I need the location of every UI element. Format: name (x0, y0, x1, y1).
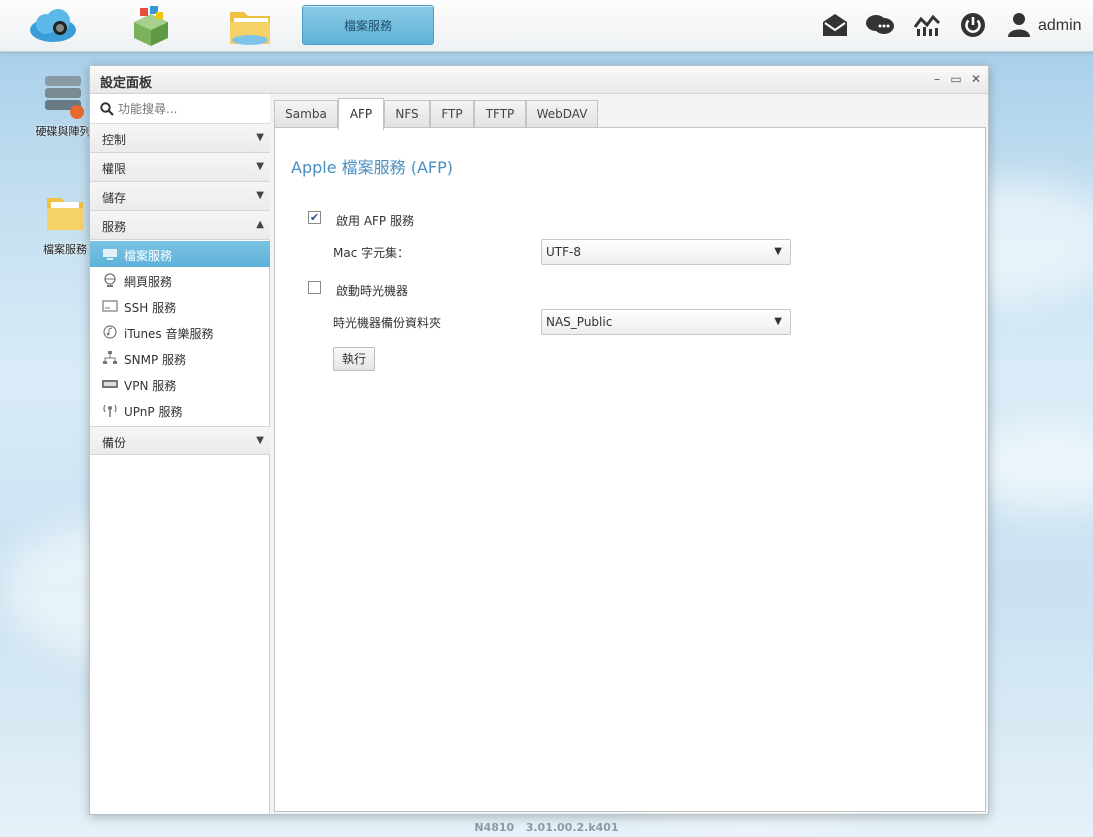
file-service-icon (103, 249, 117, 260)
mac-charset-select[interactable]: UTF-8 ▼ (541, 239, 791, 265)
taskbar-file-service-button[interactable]: 檔案服務 (302, 5, 434, 45)
sidebar-item-snmp-service[interactable]: SNMP 服務 (90, 345, 270, 371)
tab-nfs[interactable]: NFS (384, 100, 430, 128)
sidebar-item-ssh-service[interactable]: SSH 服務 (90, 293, 270, 319)
tab-webdav[interactable]: WebDAV (526, 100, 598, 128)
sidebar-item-label: VPN 服務 (124, 379, 177, 393)
model-label: N4810 (474, 821, 515, 834)
window-title: 設定面板 (100, 76, 153, 91)
power-icon[interactable] (958, 10, 988, 40)
version-label: 3.01.00.2.k401 (525, 821, 619, 834)
afp-settings-panel: Apple 檔案服務 (AFP) ✔ 啟用 AFP 服務 Mac 字元集： UT… (274, 127, 986, 812)
sidebar-category-service[interactable]: 服務 ▲ (90, 211, 270, 240)
search-input[interactable] (118, 100, 263, 118)
system-monitor-icon[interactable] (912, 10, 942, 40)
sidebar-category-privilege[interactable]: 權限 ▼ (90, 153, 270, 182)
function-search (90, 94, 270, 124)
ssh-terminal-icon (102, 300, 118, 312)
settings-panel-window: 設定面板 – ▭ ✕ 控制 ▼ 權限 ▼ 儲存 ▼ 服務 ▲ 檔案服務 (89, 65, 989, 815)
mac-charset-value: UTF-8 (546, 245, 581, 259)
chat-bubbles-icon[interactable] (865, 10, 895, 40)
enable-afp-checkbox[interactable]: ✔ (308, 211, 321, 224)
sidebar-category-label: 儲存 (102, 191, 127, 205)
dropdown-arrow-icon: ▼ (774, 316, 782, 327)
chevron-down-icon: ▼ (256, 132, 264, 143)
tab-afp[interactable]: AFP (338, 98, 384, 130)
sidebar-category-label: 備份 (102, 436, 127, 450)
chevron-down-icon: ▼ (256, 435, 264, 446)
sidebar-item-label: 網頁服務 (124, 275, 173, 289)
sidebar-category-label: 控制 (102, 133, 127, 147)
sidebar-item-label: iTunes 音樂服務 (124, 327, 214, 341)
sidebar-item-label: UPnP 服務 (124, 405, 183, 419)
message-envelope-icon[interactable] (820, 10, 850, 40)
sidebar-category-storage[interactable]: 儲存 ▼ (90, 182, 270, 211)
sidebar-category-label: 權限 (102, 162, 127, 176)
page-title: Apple 檔案服務 (AFP) (291, 158, 454, 177)
cloud-nas-icon[interactable] (28, 4, 78, 48)
desktop-icon-label: 硬碟與陣列 (35, 125, 91, 138)
search-icon (100, 102, 114, 116)
time-machine-label: 啟動時光機器 (336, 284, 409, 298)
time-machine-checkbox[interactable] (308, 281, 321, 294)
app-center-box-icon[interactable] (126, 4, 176, 48)
network-tree-icon (103, 351, 117, 364)
user-avatar-icon[interactable] (1004, 10, 1034, 40)
sidebar-item-file-service[interactable]: 檔案服務 (90, 241, 270, 267)
main-content: Samba AFP NFS FTP TFTP WebDAV Apple 檔案服務… (272, 96, 988, 814)
vpn-icon (102, 380, 118, 388)
tab-ftp[interactable]: FTP (430, 100, 474, 128)
music-note-icon (103, 325, 117, 339)
chevron-down-icon: ▼ (256, 190, 264, 201)
sidebar-item-itunes-service[interactable]: iTunes 音樂服務 (90, 319, 270, 345)
close-icon[interactable]: ✕ (969, 72, 983, 86)
enable-afp-label: 啟用 AFP 服務 (336, 214, 414, 228)
desktop-icon-disk-raid[interactable]: 硬碟與陣列 (28, 72, 98, 139)
sidebar-item-label: SNMP 服務 (124, 353, 186, 367)
tab-tftp[interactable]: TFTP (474, 100, 526, 128)
chevron-down-icon: ▼ (256, 161, 264, 172)
firmware-version-footer: N4810 3.01.00.2.k401 (0, 821, 1093, 834)
folder-icon (47, 198, 83, 230)
tm-backup-folder-label: 時光機器備份資料夾 (333, 316, 442, 330)
window-titlebar[interactable]: 設定面板 – ▭ ✕ (90, 66, 988, 94)
sidebar: 控制 ▼ 權限 ▼ 儲存 ▼ 服務 ▲ 檔案服務 網頁服務 SSH 服務 (90, 94, 270, 814)
username-label[interactable]: admin (1038, 17, 1082, 35)
sidebar-category-backup[interactable]: 備份 ▼ (90, 426, 270, 455)
execute-button[interactable]: 執行 (333, 347, 375, 371)
sidebar-category-label: 服務 (102, 220, 127, 234)
maximize-icon[interactable]: ▭ (949, 72, 963, 86)
minimize-icon[interactable]: – (930, 72, 944, 86)
dropdown-arrow-icon: ▼ (774, 246, 782, 257)
mac-charset-label: Mac 字元集： (333, 246, 410, 260)
tab-samba[interactable]: Samba (274, 100, 338, 128)
tm-backup-folder-value: NAS_Public (546, 315, 613, 329)
chevron-up-icon: ▲ (256, 219, 264, 230)
file-manager-folder-icon[interactable] (226, 4, 276, 48)
antenna-icon (103, 404, 117, 417)
tm-backup-folder-select[interactable]: NAS_Public ▼ (541, 309, 791, 335)
sidebar-item-upnp-service[interactable]: UPnP 服務 (90, 397, 270, 423)
web-service-icon (104, 273, 116, 287)
disk-stack-icon (45, 76, 84, 119)
sidebar-item-web-service[interactable]: 網頁服務 (90, 267, 270, 293)
sidebar-item-label: SSH 服務 (124, 301, 177, 315)
sidebar-item-vpn-service[interactable]: VPN 服務 (90, 371, 270, 397)
sidebar-item-label: 檔案服務 (124, 249, 173, 263)
sidebar-category-control[interactable]: 控制 ▼ (90, 124, 270, 153)
top-taskbar: 檔案服務 admin (0, 0, 1093, 52)
